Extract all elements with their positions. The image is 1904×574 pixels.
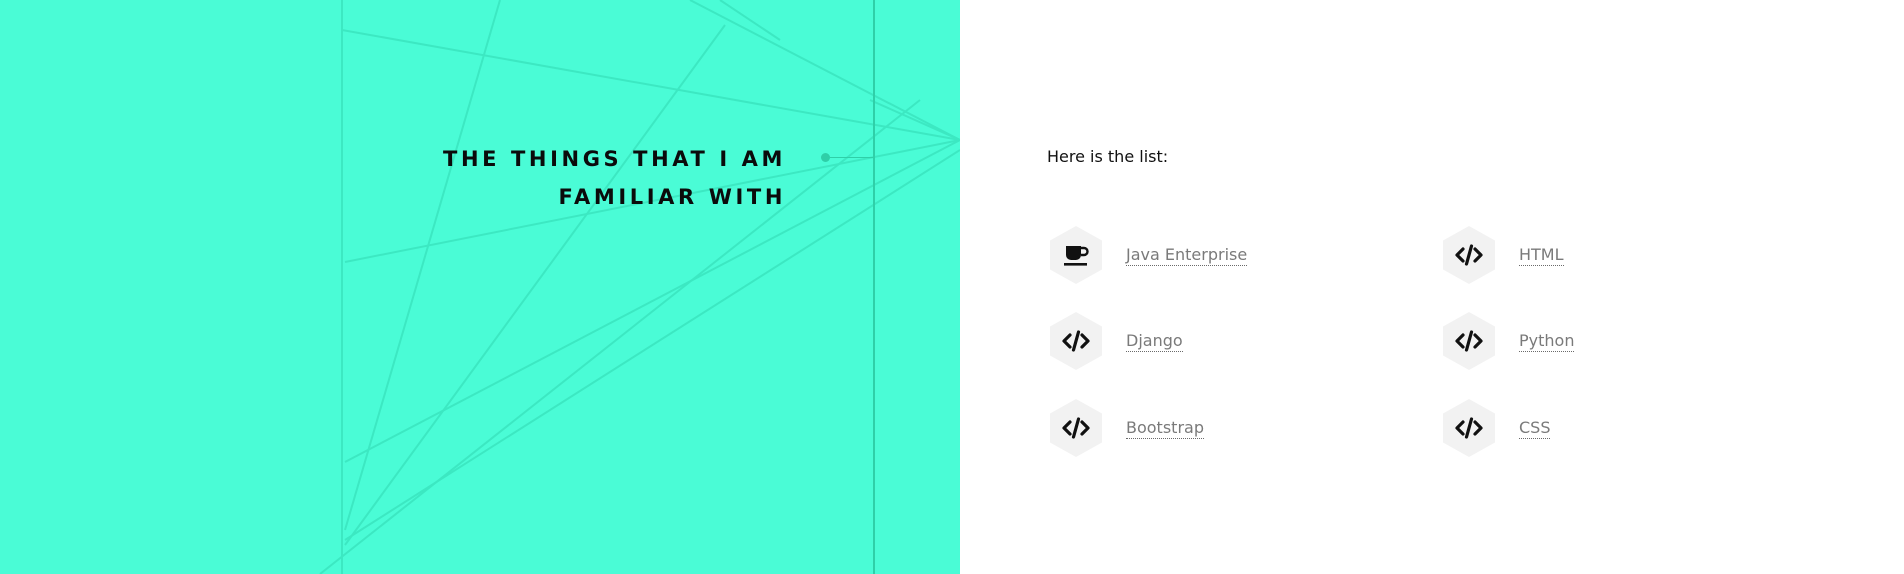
section-title-line-2: FAMILIAR WITH [558,185,786,209]
timeline-line [873,0,875,574]
skill-icon-hexagon [1443,399,1495,457]
list-intro-text: Here is the list: [1047,147,1169,166]
skills-section-header-panel: THE THINGS THAT I AM FAMILIAR WITH [0,0,960,574]
code-icon [1455,244,1483,266]
skill-icon-hexagon [1050,226,1102,284]
skill-item-bootstrap: Bootstrap [1050,399,1204,457]
code-icon [1455,417,1483,439]
skill-icon-hexagon [1050,312,1102,370]
skill-link-django[interactable]: Django [1126,331,1183,352]
skill-link-bootstrap[interactable]: Bootstrap [1126,418,1204,439]
skill-icon-hexagon [1050,399,1102,457]
timeline-dot [821,153,830,162]
skill-icon-hexagon [1443,312,1495,370]
section-title: THE THINGS THAT I AM FAMILIAR WITH [386,140,786,216]
skill-item-html: HTML [1443,226,1564,284]
code-icon [1455,330,1483,352]
skill-link-java-enterprise[interactable]: Java Enterprise [1126,245,1248,266]
background-line-pattern [319,0,960,574]
skill-item-java-enterprise: Java Enterprise [1050,226,1248,284]
code-icon [1062,417,1090,439]
page: THE THINGS THAT I AM FAMILIAR WITH Here … [0,0,1904,574]
timeline-connector [830,157,874,158]
skill-link-html[interactable]: HTML [1519,245,1564,266]
skill-item-django: Django [1050,312,1183,370]
skill-item-css: CSS [1443,399,1551,457]
skill-item-python: Python [1443,312,1575,370]
skill-link-python[interactable]: Python [1519,331,1575,352]
coffee-icon [1064,246,1089,266]
skill-link-css[interactable]: CSS [1519,418,1551,439]
skills-list-panel: Here is the list: Java Enterprise HTML D… [960,0,1904,574]
section-title-line-1: THE THINGS THAT I AM [443,147,786,171]
code-icon [1062,330,1090,352]
skill-icon-hexagon [1443,226,1495,284]
